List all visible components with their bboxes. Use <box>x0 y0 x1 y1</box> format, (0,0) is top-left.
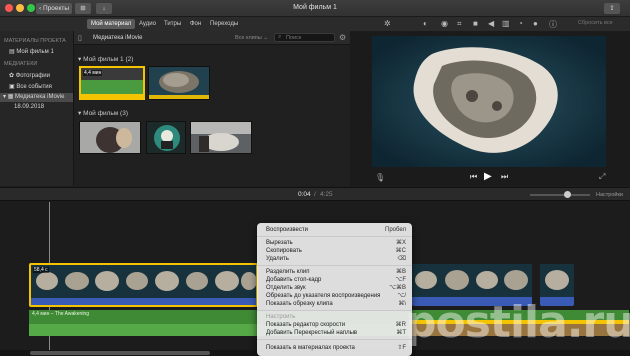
equalizer-icon[interactable]: ▥ <box>502 19 510 28</box>
menu-item-split-clip[interactable]: Разделить клип ⌘B <box>257 268 412 276</box>
project-media-header: МАТЕРИАЛЫ ПРОЕКТА <box>4 38 66 44</box>
photos-icon: ✿ <box>9 73 16 79</box>
menu-item-freeze-frame[interactable]: Добавить стоп-кадр ⌥F <box>257 276 412 284</box>
browser-settings-icon[interactable]: ⚙ <box>339 33 346 42</box>
menu-item-adjust: Настроить <box>266 314 296 320</box>
media-tab-bar: Мой материал Аудио Титры Фон Переходы ✲ … <box>0 17 630 31</box>
clip-thumbnail-selected[interactable]: 4,4 мин <box>79 66 145 100</box>
audio-waveform <box>81 80 143 94</box>
reset-all-button[interactable]: Сбросить все <box>578 20 613 26</box>
menu-separator <box>257 236 412 237</box>
clip-thumbnail[interactable] <box>79 121 141 154</box>
clip-image <box>191 122 251 153</box>
zoom-slider-thumb[interactable] <box>564 191 571 198</box>
menu-item-detach-audio[interactable]: Отделить звук ⌥⌘B <box>257 284 412 292</box>
clip-image <box>80 122 140 153</box>
aerial-island-image <box>372 36 606 167</box>
timeline-header: 0:04 / 4:25 Настройки <box>0 187 630 201</box>
current-time: 0:04 <box>298 191 311 198</box>
menu-item-speed-editor[interactable]: Показать редактор скорости ⌘R <box>257 321 412 329</box>
clip-duration-label: 58,4 с <box>33 267 49 273</box>
clip-filmstrip <box>540 264 574 297</box>
fullscreen-icon[interactable]: ⤢ <box>599 172 605 182</box>
share-button[interactable]: ⇪ <box>604 3 620 14</box>
library-icon: ▦ <box>7 94 16 100</box>
time-separator: / <box>314 191 316 198</box>
speed-icon[interactable]: ◔ <box>518 19 523 28</box>
menu-separator <box>257 310 412 311</box>
viewer-panel: 🎙 ⏮ ▶ ⏭ ⤢ <box>350 31 630 186</box>
tab-titles[interactable]: Титры <box>160 19 185 29</box>
color-correction-icon[interactable]: ◉ <box>441 19 448 28</box>
sidebar-item-date-event[interactable]: 18.09.2018 <box>14 104 44 110</box>
tab-my-media[interactable]: Мой материал <box>87 19 136 29</box>
event-group-title[interactable]: ▾ Мой фильм 1 (2) <box>78 55 133 63</box>
color-balance-icon[interactable]: ◐ <box>423 19 428 28</box>
menu-separator <box>257 339 412 340</box>
timeline-clip-selected[interactable]: 58,4 с <box>29 263 258 307</box>
skip-forward-button[interactable]: ⏭ <box>501 172 508 182</box>
media-browser: ▯ Медиатека iMovie Все клипы ⌄ ⌕ Поиск ⚙… <box>74 31 350 186</box>
sidebar-item-library[interactable]: ▾ ▦ Медиатека iMovie <box>0 93 73 102</box>
menu-item-reveal-in-project-media[interactable]: Показать в материалах проекта ⇧F <box>257 344 412 352</box>
browser-header: ▯ Медиатека iMovie Все клипы ⌄ ⌕ Поиск ⚙ <box>74 31 350 45</box>
play-button[interactable]: ▶ <box>484 171 492 182</box>
tab-transitions[interactable]: Переходы <box>206 19 242 29</box>
clip-filter-select[interactable]: Все клипы ⌄ <box>235 35 268 41</box>
clip-duration-badge: 4,4 мин <box>83 70 103 76</box>
tab-audio[interactable]: Аудио <box>135 19 160 29</box>
context-menu: Воспроизвести Пробел Вырезать ⌘X Скопирова… <box>257 223 412 356</box>
skip-back-button[interactable]: ⏮ <box>470 172 477 182</box>
clip-filmstrip <box>412 264 532 297</box>
sidebar-item-all-events[interactable]: ▣ Все события <box>9 83 52 90</box>
audio-track-label: 4,4 мин – The Awakening <box>32 311 89 317</box>
clip-filmstrip <box>31 265 256 298</box>
search-input[interactable]: ⌕ Поиск <box>274 33 335 42</box>
menu-item-copy[interactable]: Скопировать ⌘C <box>257 247 412 255</box>
favorite-bar <box>81 94 143 98</box>
scrollbar-thumb[interactable] <box>30 351 210 355</box>
volume-icon[interactable]: ◀ <box>488 19 494 28</box>
event-group-title[interactable]: ▾ Мой фильм (3) <box>78 109 128 117</box>
search-icon: ⌕ <box>278 34 282 40</box>
microphone-icon[interactable]: 🎙 <box>375 173 385 182</box>
title-bar: ‹ Проекты ⊞ ↓ Мой фильм 1 ⇪ <box>0 0 630 17</box>
sidebar-toggle-icon[interactable]: ▯ <box>78 34 82 42</box>
clip-image <box>147 122 185 153</box>
menu-item-add-cross-dissolve[interactable]: Добавить Перекрестный наплыв ⌘T <box>257 329 412 337</box>
sidebar-item-photos[interactable]: ✿ Фотографии <box>9 72 50 79</box>
video-preview <box>372 36 606 167</box>
tab-backgrounds[interactable]: Фон <box>186 19 205 29</box>
magic-wand-icon[interactable]: ✲ <box>384 19 391 28</box>
total-time: 4:25 <box>320 191 333 198</box>
menu-item-show-clip-trimmer[interactable]: Показать обрезку клипа ⌘\ <box>257 300 412 308</box>
libraries-sidebar: МАТЕРИАЛЫ ПРОЕКТА ▤ Мой фильм 1 МЕДИАТЕК… <box>0 31 74 186</box>
clip-thumbnail[interactable] <box>146 121 186 154</box>
info-icon[interactable]: ⓘ <box>549 19 557 30</box>
stabilization-icon[interactable]: ■ <box>473 19 478 28</box>
crop-icon[interactable]: ⌗ <box>457 19 462 29</box>
zoom-slider[interactable] <box>530 191 590 198</box>
menu-item-trim-to-playhead[interactable]: Обрезать до указателя воспроизведения ⌥/ <box>257 292 412 300</box>
clip-thumbnail[interactable] <box>190 121 252 154</box>
browser-title: Медиатека iMovie <box>93 35 143 41</box>
window-title: Мой фильм 1 <box>293 4 337 11</box>
timeline-settings-button[interactable]: Настройки <box>596 192 623 198</box>
filter-icon[interactable]: ● <box>533 19 538 28</box>
island-image <box>149 67 209 99</box>
share-icon: ⇪ <box>609 5 615 12</box>
menu-item-play[interactable]: Воспроизвести Пробел <box>257 226 412 234</box>
sidebar-item-project[interactable]: ▤ Мой фильм 1 <box>9 48 54 55</box>
watermark: postila.ru <box>405 297 630 348</box>
menu-item-delete[interactable]: Удалить ⌫ <box>257 255 412 263</box>
clip-thumbnail[interactable] <box>148 66 210 100</box>
menu-item-cut[interactable]: Вырезать ⌘X <box>257 239 412 247</box>
menu-separator <box>257 265 412 266</box>
libraries-header: МЕДИАТЕКИ <box>4 61 38 67</box>
